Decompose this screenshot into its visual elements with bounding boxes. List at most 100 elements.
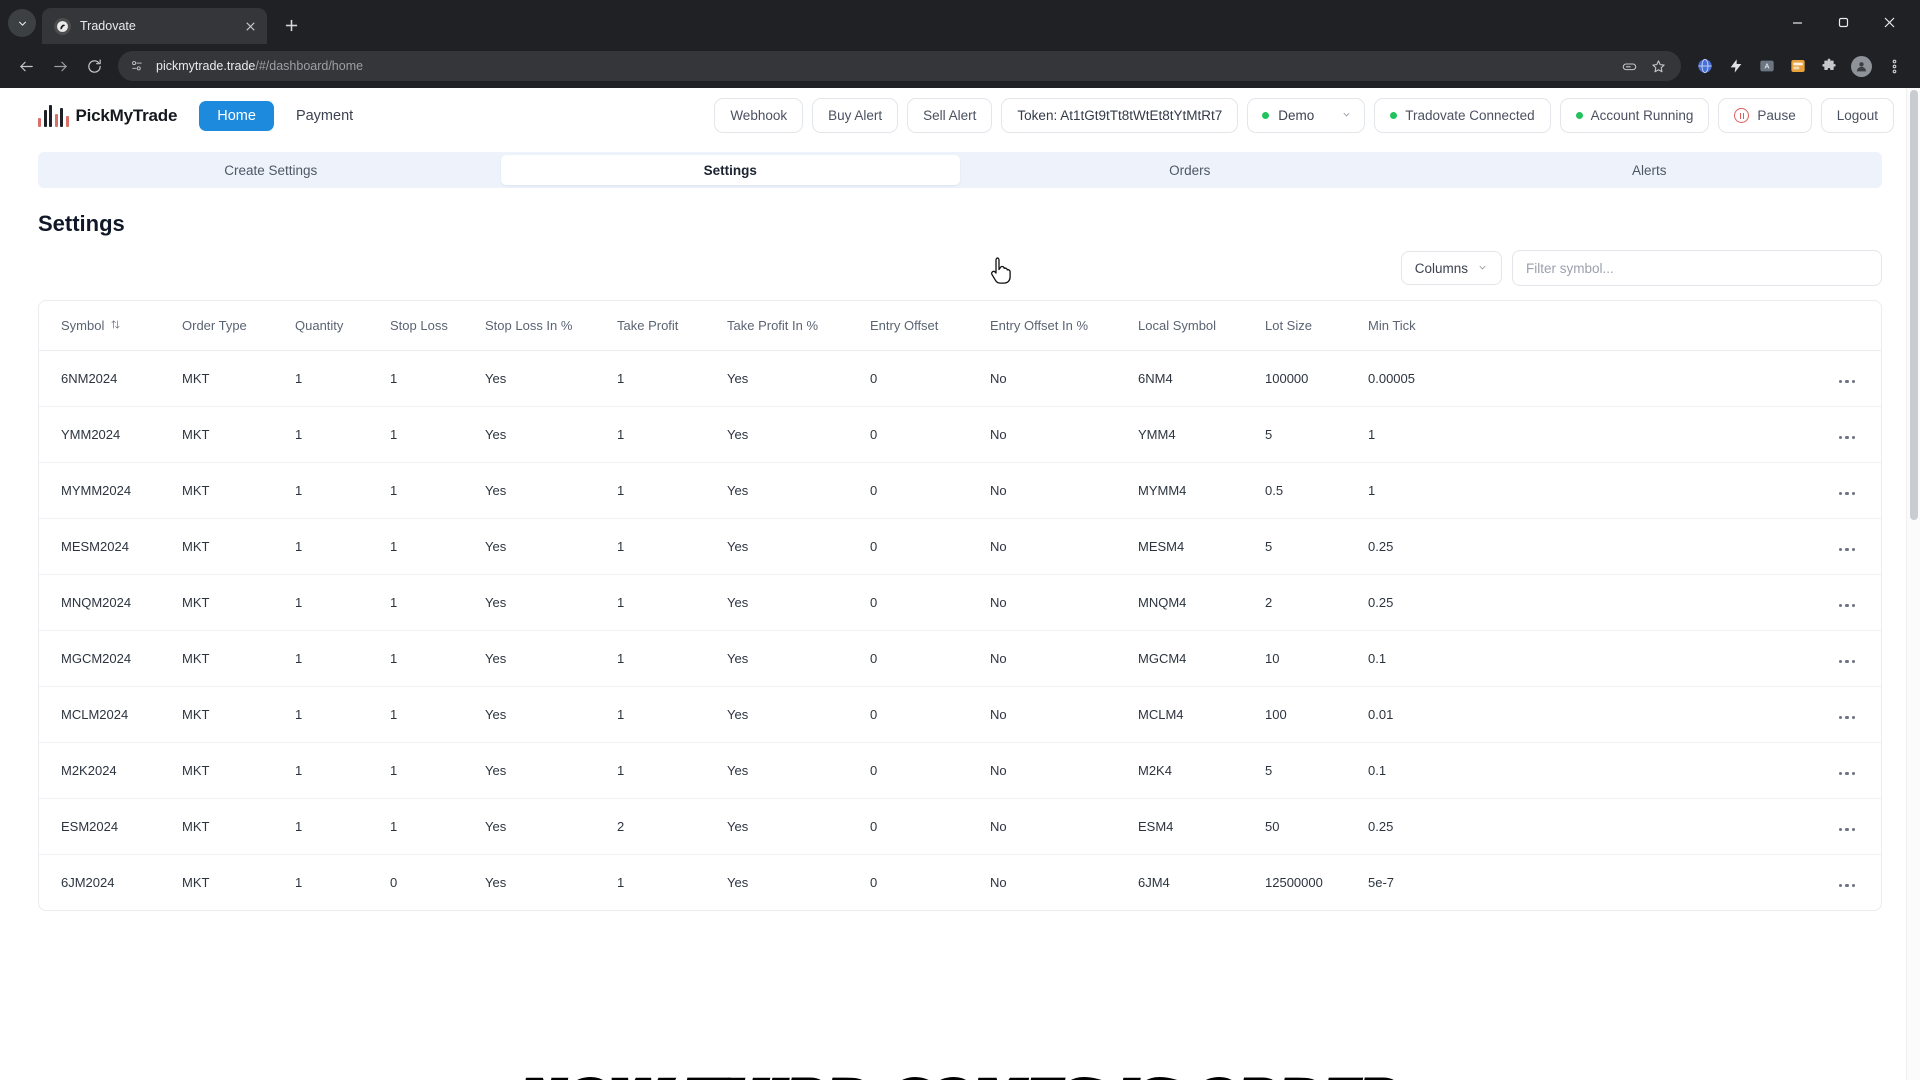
row-actions (1473, 742, 1881, 799)
token-display[interactable]: Token: At1tGt9tTt8tWtEt8tYtMtRt7 (1001, 98, 1239, 133)
profile-avatar[interactable] (1846, 51, 1876, 81)
row-menu-icon[interactable] (1838, 491, 1855, 495)
cell-symbol: 6JM2024 (61, 875, 115, 890)
cell-take-profit-pct: Yes (727, 630, 870, 687)
tab-orders[interactable]: Orders (960, 155, 1420, 185)
cell-stop-loss: 1 (390, 462, 485, 519)
cell-take-profit-pct: Yes (727, 798, 870, 855)
sell-alert-button[interactable]: Sell Alert (907, 98, 993, 133)
column-header-symbol[interactable]: Symbol (39, 301, 182, 351)
settings-table: Symbol Order Type Quantity Stop Loss Sto… (39, 301, 1881, 910)
column-header-entry-offset-pct[interactable]: Entry Offset In % (990, 301, 1138, 351)
column-header-stop-loss[interactable]: Stop Loss (390, 301, 485, 351)
sort-icon[interactable] (110, 318, 121, 333)
row-menu-icon[interactable] (1838, 379, 1855, 383)
site-settings-icon[interactable] (126, 55, 148, 77)
nav-item-home[interactable]: Home (199, 100, 274, 131)
webhook-button[interactable]: Webhook (714, 98, 804, 133)
tab-alerts[interactable]: Alerts (1420, 155, 1880, 185)
table-row[interactable]: M2K2024 MKT 1 1 Yes 1 Yes 0 No M2K4 5 0.1 (39, 742, 1881, 799)
cell-order-type: MKT (182, 742, 295, 799)
table-row[interactable]: MESM2024 MKT 1 1 Yes 1 Yes 0 No MESM4 5 0.25 (39, 518, 1881, 575)
close-window-icon[interactable] (1866, 0, 1912, 44)
column-header-local-symbol[interactable]: Local Symbol (1138, 301, 1265, 351)
bookmark-star-icon[interactable] (1645, 53, 1671, 79)
brand-logo[interactable]: PickMyTrade (38, 104, 177, 127)
table-row[interactable]: MNQM2024 MKT 1 1 Yes 1 Yes 0 No MNQM4 2 0.25 (39, 574, 1881, 631)
row-menu-icon[interactable] (1838, 435, 1855, 439)
nav-item-payment[interactable]: Payment (278, 101, 371, 131)
pause-button[interactable]: Pause (1718, 98, 1812, 133)
cell-entry-offset-pct: No (990, 630, 1138, 687)
logout-button[interactable]: Logout (1820, 98, 1894, 133)
table-row[interactable]: MYMM2024 MKT 1 1 Yes 1 Yes 0 No MYMM4 0.5 1 (39, 462, 1881, 519)
row-menu-icon[interactable] (1838, 771, 1855, 775)
extension-bolt-icon[interactable] (1721, 51, 1751, 81)
account-running-status[interactable]: Account Running (1559, 98, 1710, 133)
tab-create-settings[interactable]: Create Settings (41, 155, 501, 185)
cell-take-profit: 1 (617, 875, 625, 890)
column-header-stop-loss-pct[interactable]: Stop Loss In % (485, 301, 617, 351)
cell-entry-offset: 0 (870, 406, 990, 463)
columns-label: Columns (1414, 260, 1468, 276)
cell-symbol: M2K2024 (39, 742, 182, 799)
table-row[interactable]: MGCM2024 MKT 1 1 Yes 1 Yes 0 No MGCM4 10 0.1 (39, 630, 1881, 687)
cell-entry-offset: 0 (870, 630, 990, 687)
buy-alert-button[interactable]: Buy Alert (812, 98, 899, 133)
columns-button[interactable]: Columns (1400, 251, 1502, 285)
cell-quantity: 1 (295, 875, 303, 890)
row-actions (1473, 630, 1881, 687)
cell-symbol: ESM2024 (39, 798, 182, 855)
scrollbar-thumb[interactable] (1910, 90, 1918, 520)
extension-color-icon[interactable] (1783, 51, 1813, 81)
back-icon[interactable] (10, 50, 42, 82)
row-menu-icon[interactable] (1838, 603, 1855, 607)
extension-globe-icon[interactable] (1690, 51, 1720, 81)
tab-settings[interactable]: Settings (500, 155, 960, 185)
cell-local-symbol: MGCM4 (1138, 630, 1265, 687)
table-row[interactable]: 6JM2024 MKT 1 0 Yes 1 Yes 0 No 6JM4 12500000 5e-7 (39, 855, 1881, 911)
page-scrollbar[interactable] (1906, 88, 1920, 1080)
row-menu-icon[interactable] (1838, 883, 1855, 887)
extensions-puzzle-icon[interactable] (1814, 51, 1844, 81)
row-menu-icon[interactable] (1838, 827, 1855, 831)
cell-stop-loss-pct: Yes (485, 875, 507, 890)
column-header-order-type[interactable]: Order Type (182, 301, 295, 351)
column-header-entry-offset[interactable]: Entry Offset (870, 301, 990, 351)
row-menu-icon[interactable] (1838, 659, 1855, 663)
tab-search-icon[interactable] (8, 9, 36, 37)
svg-text:A: A (1765, 62, 1770, 71)
table-row[interactable]: MCLM2024 MKT 1 1 Yes 1 Yes 0 No MCLM4 100 0.01 (39, 686, 1881, 743)
filter-symbol-input[interactable] (1512, 250, 1882, 286)
new-tab-icon[interactable] (276, 10, 306, 40)
column-header-take-profit-pct[interactable]: Take Profit In % (727, 301, 870, 351)
account-mode-select[interactable]: Demo (1247, 98, 1366, 133)
cell-local-symbol: MESM4 (1138, 518, 1265, 575)
cell-local-symbol: MCLM4 (1138, 686, 1265, 743)
column-header-min-tick[interactable]: Min Tick (1368, 301, 1473, 351)
connection-status-label: Tradovate Connected (1405, 108, 1535, 123)
minimize-icon[interactable] (1774, 0, 1820, 44)
close-icon[interactable] (241, 17, 259, 35)
row-menu-icon[interactable] (1838, 715, 1855, 719)
column-header-take-profit[interactable]: Take Profit (617, 301, 727, 351)
password-manager-icon[interactable] (1616, 53, 1642, 79)
maximize-icon[interactable] (1820, 0, 1866, 44)
address-bar[interactable]: pickmytrade.trade/#/dashboard/home (118, 51, 1681, 81)
column-header-quantity[interactable]: Quantity (295, 301, 390, 351)
extension-grammar-icon[interactable]: A (1752, 51, 1782, 81)
table-row[interactable]: ESM2024 MKT 1 1 Yes 2 Yes 0 No ESM4 50 0.25 (39, 798, 1881, 855)
table-row[interactable]: 6NM2024 MKT 1 1 Yes 1 Yes 0 No 6NM4 100000 0.00005 (39, 350, 1881, 407)
cell-take-profit-pct: Yes (727, 518, 870, 575)
column-header-lot-size[interactable]: Lot Size (1265, 301, 1368, 351)
reload-icon[interactable] (78, 50, 110, 82)
table-row[interactable]: YMM2024 MKT 1 1 Yes 1 Yes 0 No YMM4 5 1 (39, 406, 1881, 463)
cell-entry-offset-pct: No (990, 574, 1138, 631)
cell-quantity: 1 (295, 630, 390, 687)
chrome-menu-icon[interactable] (1878, 50, 1910, 82)
cell-stop-loss-pct: Yes (485, 518, 617, 575)
browser-tab[interactable]: Tradovate (42, 8, 267, 44)
row-menu-icon[interactable] (1838, 547, 1855, 551)
tradovate-connection-status[interactable]: Tradovate Connected (1374, 98, 1551, 133)
forward-icon[interactable] (44, 50, 76, 82)
